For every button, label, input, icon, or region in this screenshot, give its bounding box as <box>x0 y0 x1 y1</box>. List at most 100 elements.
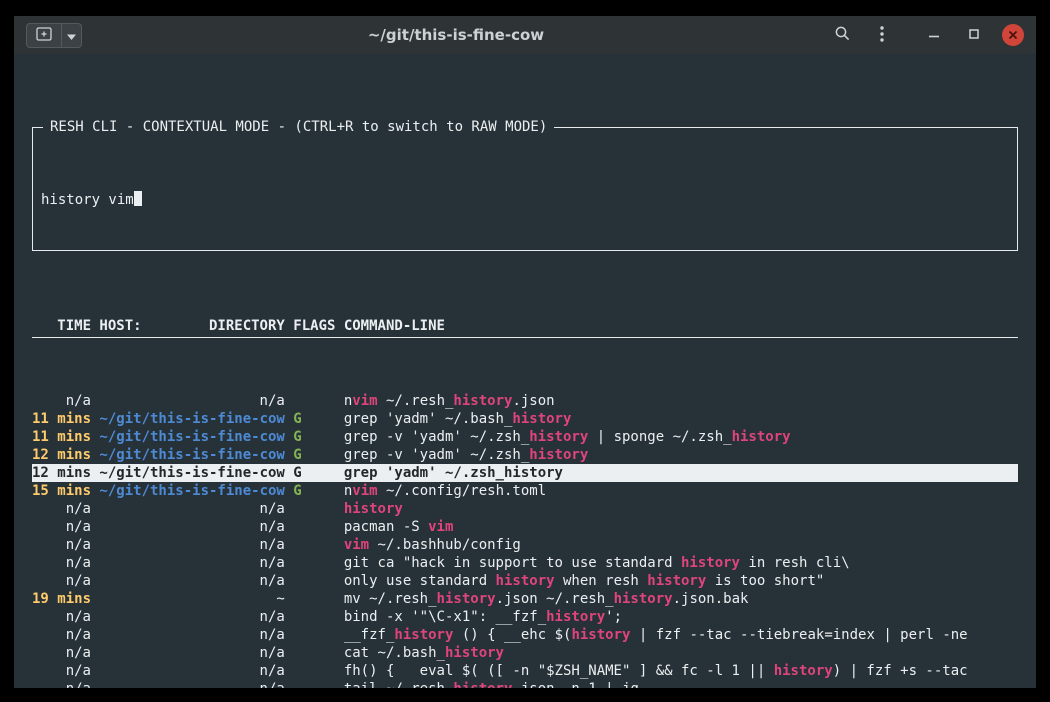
header-time: TIME <box>32 317 91 337</box>
row-time: 11 mins <box>32 410 91 428</box>
row-time: n/a <box>32 536 91 554</box>
history-row[interactable]: 19 mins ~ mv ~/.resh_history.json ~/.resh_… <box>32 590 1018 608</box>
row-time: n/a <box>32 662 91 680</box>
header-command-line: COMMAND-LINE <box>344 317 1018 337</box>
search-box-title: RESH CLI - CONTEXTUAL MODE - (CTRL+R to … <box>43 118 554 136</box>
row-time: 11 mins <box>32 428 91 446</box>
history-row-selected[interactable]: 12 mins~/git/this-is-fine-cowGgrep 'yadm… <box>32 464 1018 482</box>
history-row[interactable]: n/a n/a fh() { eval $( ([ -n "$ZSH_NAME" ]… <box>32 662 1018 680</box>
header-flags: FLAGS <box>293 317 335 337</box>
unmaximize-button[interactable] <box>962 23 986 47</box>
new-tab-icon <box>36 27 52 44</box>
row-time: n/a <box>32 626 91 644</box>
row-flags <box>293 644 335 662</box>
row-time: 15 mins <box>32 482 91 500</box>
menu-kebab-icon <box>880 26 884 45</box>
minimize-icon <box>928 28 940 43</box>
row-command: pacman -S vim <box>344 518 1018 536</box>
desktop-background: ~/git/this-is-fine-cow <box>0 0 1050 702</box>
row-command: grep -v 'yadm' ~/.zsh_history | sponge ~… <box>344 428 1018 446</box>
row-host: n/a <box>99 680 284 688</box>
header-host-directory: HOST:DIRECTORY <box>99 317 284 337</box>
history-row[interactable]: 15 mins~/git/this-is-fine-cowGnvim ~/.co… <box>32 482 1018 500</box>
row-command: git ca "hack in support to use standard … <box>344 554 1018 572</box>
row-time: n/a <box>32 644 91 662</box>
row-time: 19 mins <box>32 590 91 608</box>
history-row[interactable]: n/an/atail ~/.resh_history.json -n 1 | j… <box>32 680 1018 688</box>
row-host: n/a <box>99 536 284 554</box>
titlebar[interactable]: ~/git/this-is-fine-cow <box>14 16 1036 54</box>
history-row[interactable]: n/an/acat ~/.bash_history <box>32 644 1018 662</box>
row-host: n/a <box>99 554 284 572</box>
row-flags <box>293 662 335 680</box>
row-flags: G <box>293 446 335 464</box>
text-cursor <box>134 191 142 206</box>
history-row[interactable]: 12 mins~/git/this-is-fine-cowGgrep -v 'y… <box>32 446 1018 464</box>
row-command: history <box>344 500 1018 518</box>
row-host: ~ <box>99 590 284 608</box>
search-input[interactable]: history vim <box>41 191 1009 209</box>
row-flags <box>293 626 335 644</box>
row-time: n/a <box>32 554 91 572</box>
row-host: n/a <box>99 500 284 518</box>
row-flags <box>293 608 335 626</box>
row-command: only use standard history when resh hist… <box>344 572 1018 590</box>
row-host: ~/git/this-is-fine-cow <box>99 482 284 500</box>
terminal-content[interactable]: RESH CLI - CONTEXTUAL MODE - (CTRL+R to … <box>14 54 1036 688</box>
row-host: n/a <box>99 392 284 410</box>
row-host: n/a <box>99 572 284 590</box>
titlebar-right-controls <box>830 23 1024 47</box>
row-time: 12 mins <box>32 464 91 482</box>
row-time: n/a <box>32 500 91 518</box>
new-tab-button[interactable] <box>26 23 62 48</box>
unmaximize-icon <box>968 28 980 43</box>
history-row[interactable]: n/a n/a pacman -S vim <box>32 518 1018 536</box>
row-command: cat ~/.bash_history <box>344 644 1018 662</box>
row-host: ~/git/this-is-fine-cow <box>99 446 284 464</box>
history-row[interactable]: n/an/aonly use standard history when res… <box>32 572 1018 590</box>
minimize-button[interactable] <box>922 23 946 47</box>
history-row[interactable]: n/a n/a vim ~/.bashhub/config <box>32 536 1018 554</box>
history-rows: n/an/anvim ~/.resh_history.json11 mins~/… <box>32 392 1018 688</box>
row-host: n/a <box>99 662 284 680</box>
row-flags: G <box>293 464 335 482</box>
titlebar-left-controls <box>26 23 82 48</box>
row-flags <box>293 680 335 688</box>
row-flags <box>293 590 335 608</box>
search-box[interactable]: RESH CLI - CONTEXTUAL MODE - (CTRL+R to … <box>32 118 1018 251</box>
row-time: n/a <box>32 608 91 626</box>
row-flags: G <box>293 482 335 500</box>
table-header: TIME HOST:DIRECTORY FLAGS COMMAND-LINE <box>32 317 1018 338</box>
row-command: fh() { eval $( ([ -n "$ZSH_NAME" ] && fc… <box>344 662 1018 680</box>
history-row[interactable]: n/an/abind -x '"\C-x1": __fzf_history'; <box>32 608 1018 626</box>
search-button[interactable] <box>830 23 854 47</box>
row-time: n/a <box>32 518 91 536</box>
row-flags <box>293 500 335 518</box>
row-time: 12 mins <box>32 446 91 464</box>
row-flags <box>293 392 335 410</box>
history-row[interactable]: n/a n/a nvim ~/.resh_history.json <box>32 392 1018 410</box>
row-flags <box>293 554 335 572</box>
row-flags <box>293 518 335 536</box>
row-command: mv ~/.resh_history.json ~/.resh_history.… <box>344 590 1018 608</box>
row-time: n/a <box>32 392 91 410</box>
row-host: ~/git/this-is-fine-cow <box>99 464 284 482</box>
row-command: bind -x '"\C-x1": __fzf_history'; <box>344 608 1018 626</box>
search-query-text: history vim <box>41 192 134 208</box>
row-command: nvim ~/.resh_history.json <box>344 392 1018 410</box>
menu-button[interactable] <box>870 23 894 47</box>
row-command: __fzf_history () { __ehc $(history | fzf… <box>344 626 1018 644</box>
row-command: grep 'yadm' ~/.bash_history <box>344 410 1018 428</box>
history-row[interactable]: n/a n/a history <box>32 500 1018 518</box>
row-host: n/a <box>99 518 284 536</box>
history-row[interactable]: 11 mins~/git/this-is-fine-cowGgrep -v 'y… <box>32 428 1018 446</box>
history-row[interactable]: n/a n/a git ca "hack in support to use sta… <box>32 554 1018 572</box>
row-flags <box>293 572 335 590</box>
history-row[interactable]: n/an/a__fzf_history () { __ehc $(history… <box>32 626 1018 644</box>
dropdown-caret-icon <box>67 28 76 43</box>
row-command: vim ~/.bashhub/config <box>344 536 1018 554</box>
header-host: HOST: <box>99 317 141 337</box>
close-button[interactable] <box>1002 24 1024 46</box>
history-row[interactable]: 11 mins~/git/this-is-fine-cowGgrep 'yadm… <box>32 410 1018 428</box>
tab-dropdown-button[interactable] <box>62 23 82 48</box>
